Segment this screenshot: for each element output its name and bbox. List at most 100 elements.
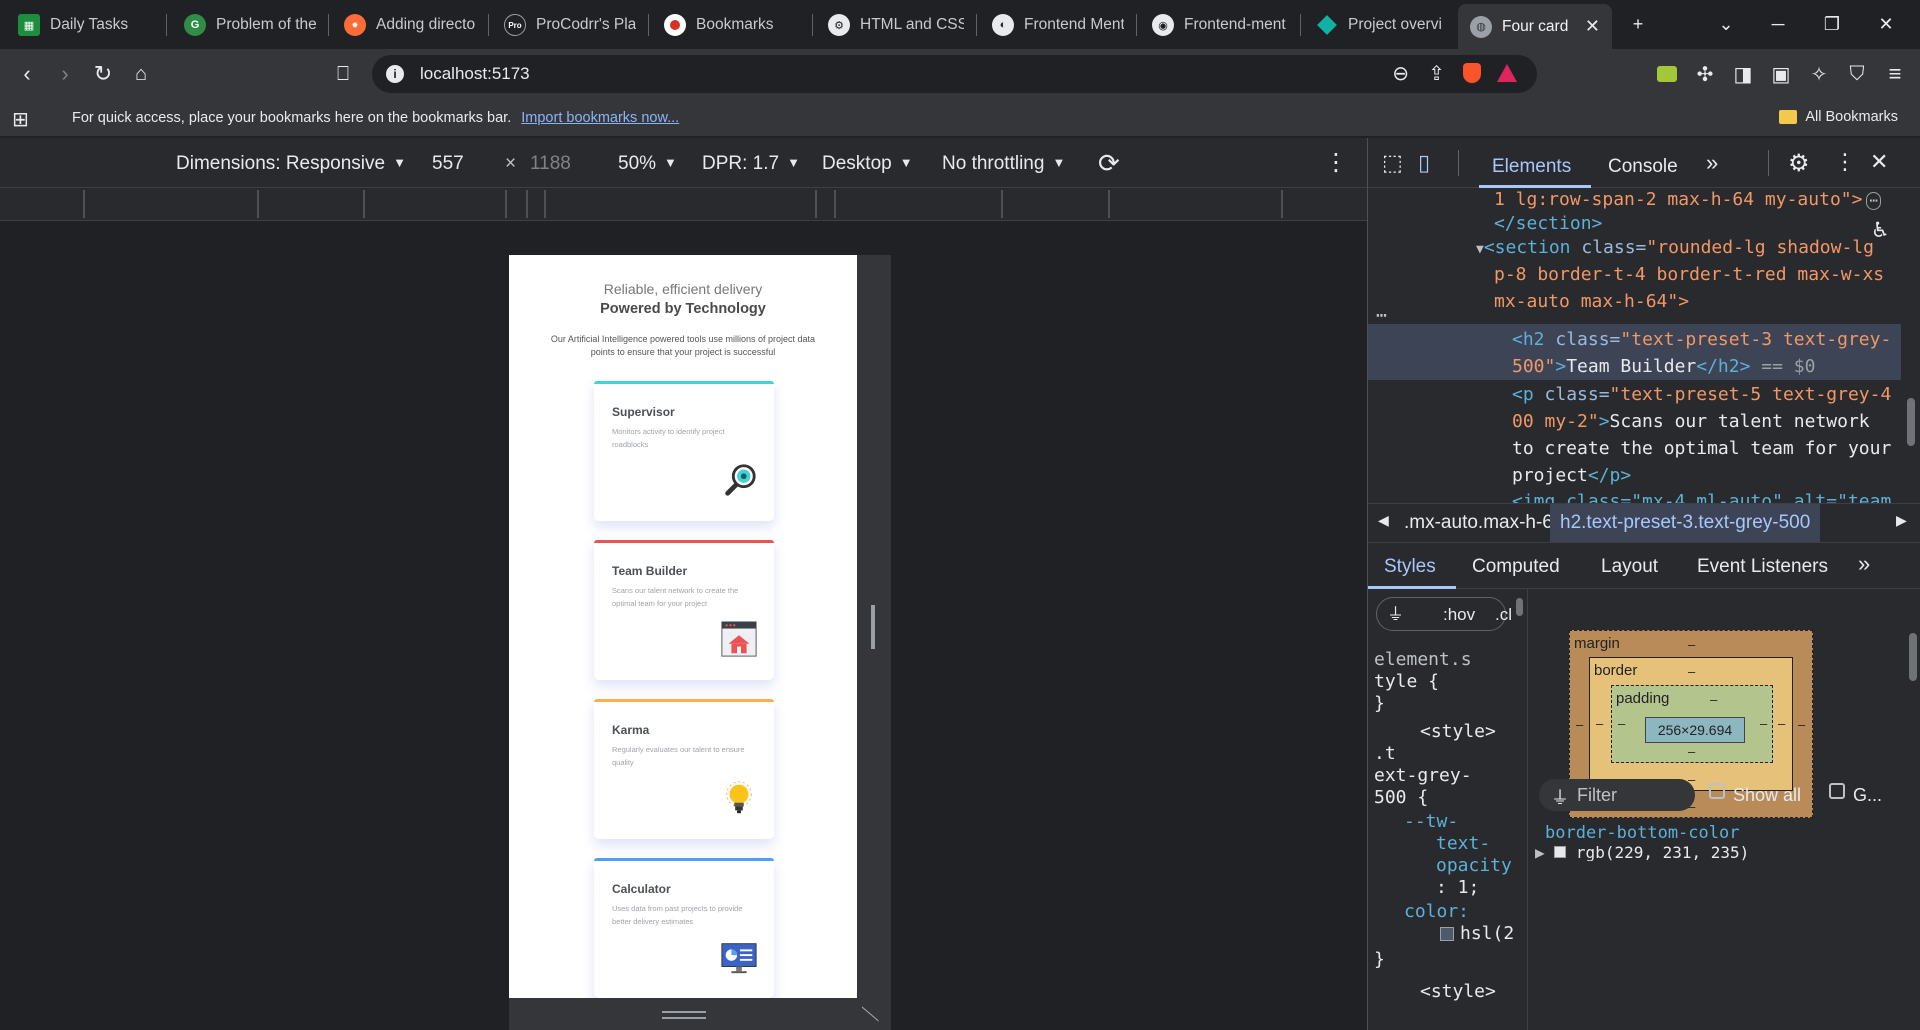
color-swatch[interactable] [1554, 846, 1567, 858]
breadcrumb-left-icon[interactable]: ◀ [1378, 512, 1389, 529]
style-prop[interactable]: --tw- [1404, 811, 1458, 833]
extensions-icon[interactable]: ✣ [1690, 59, 1720, 89]
import-bookmarks-link[interactable]: Import bookmarks now... [521, 110, 679, 126]
style-source-link[interactable]: <style> [1420, 721, 1496, 743]
close-tab-icon[interactable]: ✕ [1585, 16, 1600, 37]
dom-line-section[interactable]: ▼<section class="rounded-lg shadow-lg [1476, 234, 1874, 264]
resize-grip-icon[interactable] [871, 605, 875, 649]
home-icon[interactable]: ⌂ [126, 59, 156, 89]
accessibility-icon[interactable]: ♿ [1873, 215, 1887, 244]
style-prop[interactable]: color: [1404, 901, 1469, 923]
rotate-icon[interactable]: ⟳ [1098, 148, 1120, 179]
throttling-select[interactable]: No throttling ▼ [942, 153, 1065, 175]
reload-icon[interactable]: ↻ [88, 59, 118, 89]
sidebar-icon[interactable]: ◨ [1728, 59, 1758, 89]
margin-top-value[interactable]: – [1688, 637, 1695, 652]
forward-icon[interactable]: › [50, 59, 80, 89]
window-close-icon[interactable]: ✕ [1866, 10, 1906, 38]
styles-filter-input[interactable]: ⏚ :hov .cl [1376, 597, 1512, 631]
devtools-menu-icon[interactable]: ⋮ [1834, 149, 1856, 175]
margin-left-value[interactable]: – [1576, 717, 1583, 732]
border-right-value[interactable]: – [1778, 716, 1785, 731]
tab-adding-directory[interactable]: ● Adding directo [332, 6, 488, 44]
extension-green-icon[interactable] [1652, 59, 1682, 89]
device-toggle-icon[interactable]: ▯ [1418, 150, 1430, 176]
tab-console[interactable]: Console [1608, 156, 1678, 178]
site-info-icon[interactable]: i [386, 65, 404, 83]
padding-top-value[interactable]: – [1710, 692, 1717, 707]
group-checkbox[interactable] [1829, 783, 1845, 799]
new-tab-icon[interactable]: + [1618, 10, 1658, 38]
all-bookmarks-button[interactable]: All Bookmarks [1779, 109, 1898, 125]
zoom-select[interactable]: 50% ▼ [618, 153, 677, 175]
device-type-select[interactable]: Desktop ▼ [822, 153, 913, 175]
corner-resize-icon[interactable]: ⟋ [857, 1006, 883, 1021]
tab-layout[interactable]: Layout [1601, 556, 1658, 578]
tab-event-listeners[interactable]: Event Listeners [1697, 556, 1828, 578]
settings-gear-icon[interactable]: ⚙ [1788, 149, 1810, 178]
styles-pane[interactable]: ⏚ :hov .cl element.s tyle { } <style> .t… [1368, 589, 1528, 1030]
close-devtools-icon[interactable]: ✕ [1870, 149, 1888, 175]
dpr-select[interactable]: DPR: 1.7 ▼ [702, 153, 800, 175]
computed-scrollbar[interactable] [1909, 633, 1917, 681]
style-value[interactable]: hsl(2 [1460, 923, 1514, 945]
node-actions-icon[interactable]: ⋯ [1376, 302, 1387, 330]
breadcrumb-right-icon[interactable]: ▶ [1896, 512, 1907, 529]
inspect-element-icon[interactable]: ⬚ [1382, 150, 1403, 176]
ellipsis-badge[interactable]: ⋯ [1866, 192, 1881, 210]
url-text[interactable]: localhost:5173 [420, 64, 530, 84]
tab-elements[interactable]: Elements [1492, 156, 1571, 178]
dom-line-h2[interactable]: <h2 class="text-preset-3 text-grey- [1512, 326, 1891, 354]
tab-project-overview[interactable]: Project overvie [1304, 6, 1454, 44]
breadcrumb-item[interactable]: .mx-auto.max-h-64 [1404, 512, 1563, 534]
cls-toggle[interactable]: .cl [1495, 604, 1512, 626]
expand-triangle-icon[interactable]: ▼ [1476, 242, 1484, 257]
styles-scrollbar[interactable] [1516, 598, 1523, 616]
border-left-value[interactable]: – [1596, 716, 1603, 731]
padding-right-value[interactable]: – [1760, 716, 1767, 731]
border-top-value[interactable]: – [1688, 664, 1695, 679]
box-content[interactable]: 256×29.694 [1645, 717, 1745, 743]
color-swatch[interactable] [1440, 927, 1454, 941]
dimensions-select[interactable]: Dimensions: Responsive ▼ [176, 153, 406, 175]
wallet-icon[interactable]: ▣ [1766, 59, 1796, 89]
media-query-ruler[interactable] [0, 188, 1367, 221]
computed-filter-input[interactable]: ⏚ Filter [1539, 779, 1695, 811]
share-icon[interactable]: ⇪ [1428, 61, 1445, 86]
dom-line-p-end[interactable]: project</p> [1512, 462, 1631, 490]
tab-problem-of-the-day[interactable]: G Problem of the [172, 6, 328, 44]
tab-search-icon[interactable]: ⌄ [1706, 10, 1746, 38]
leo-ai-icon[interactable]: ✧ [1804, 59, 1834, 89]
vpn-icon[interactable]: ⛉ [1842, 59, 1872, 89]
more-tabs-icon[interactable]: » [1858, 551, 1870, 577]
more-tabs-icon[interactable]: » [1706, 150, 1718, 176]
dom-line-p[interactable]: <p class="text-preset-5 text-grey-4 [1512, 381, 1891, 409]
brave-rewards-icon[interactable] [1497, 64, 1517, 82]
tab-frontend-mentor-github[interactable]: ◉ Frontend-ment [1140, 6, 1300, 44]
dom-line-p-cont[interactable]: 00 my-2">Scans our talent network [1512, 408, 1870, 436]
padding-bottom-value[interactable]: – [1688, 744, 1695, 759]
breadcrumb-item-active[interactable]: h2.text-preset-3.text-grey-500 [1550, 504, 1821, 542]
brave-shields-icon[interactable] [1463, 63, 1481, 83]
hov-toggle[interactable]: :hov [1443, 604, 1475, 626]
style-source-link[interactable]: <style> [1420, 981, 1496, 1003]
tab-daily-tasks[interactable]: ▦ Daily Tasks [6, 6, 166, 44]
tab-procodrr[interactable]: Pro ProCodrr's Plat [492, 6, 648, 44]
dom-line-h2-cont[interactable]: 500">Team Builder</h2> == $0 [1512, 353, 1815, 381]
tab-html-css[interactable]: ⚙ HTML and CSS [816, 6, 976, 44]
tab-bookmarks[interactable]: Bookmarks [652, 6, 812, 44]
bookmark-page-icon[interactable]: ⎕ [328, 59, 358, 89]
expand-triangle-icon[interactable]: ▶ [1535, 843, 1545, 861]
address-bar[interactable]: i localhost:5173 ⊖ ⇪ [372, 55, 1537, 93]
back-icon[interactable]: ‹ [12, 59, 42, 89]
width-input[interactable]: 557 [432, 153, 464, 175]
maximize-icon[interactable]: ❐ [1812, 10, 1852, 38]
dom-line-img[interactable]: <img class="mx-4 ml-auto" alt="team [1512, 488, 1891, 503]
more-options-icon[interactable]: ⋮ [1324, 148, 1348, 177]
dom-scrollbar[interactable] [1907, 398, 1915, 446]
tab-frontend-mentor[interactable]: ◐ Frontend Ment [980, 6, 1136, 44]
minimize-icon[interactable]: ─ [1758, 10, 1798, 38]
tab-four-card[interactable]: ◍ Four card f ✕ [1458, 4, 1612, 49]
apps-grid-icon[interactable]: ⊞ [12, 107, 29, 132]
computed-property-row[interactable]: ▶ rgb(229, 231, 235) [1535, 843, 1749, 861]
